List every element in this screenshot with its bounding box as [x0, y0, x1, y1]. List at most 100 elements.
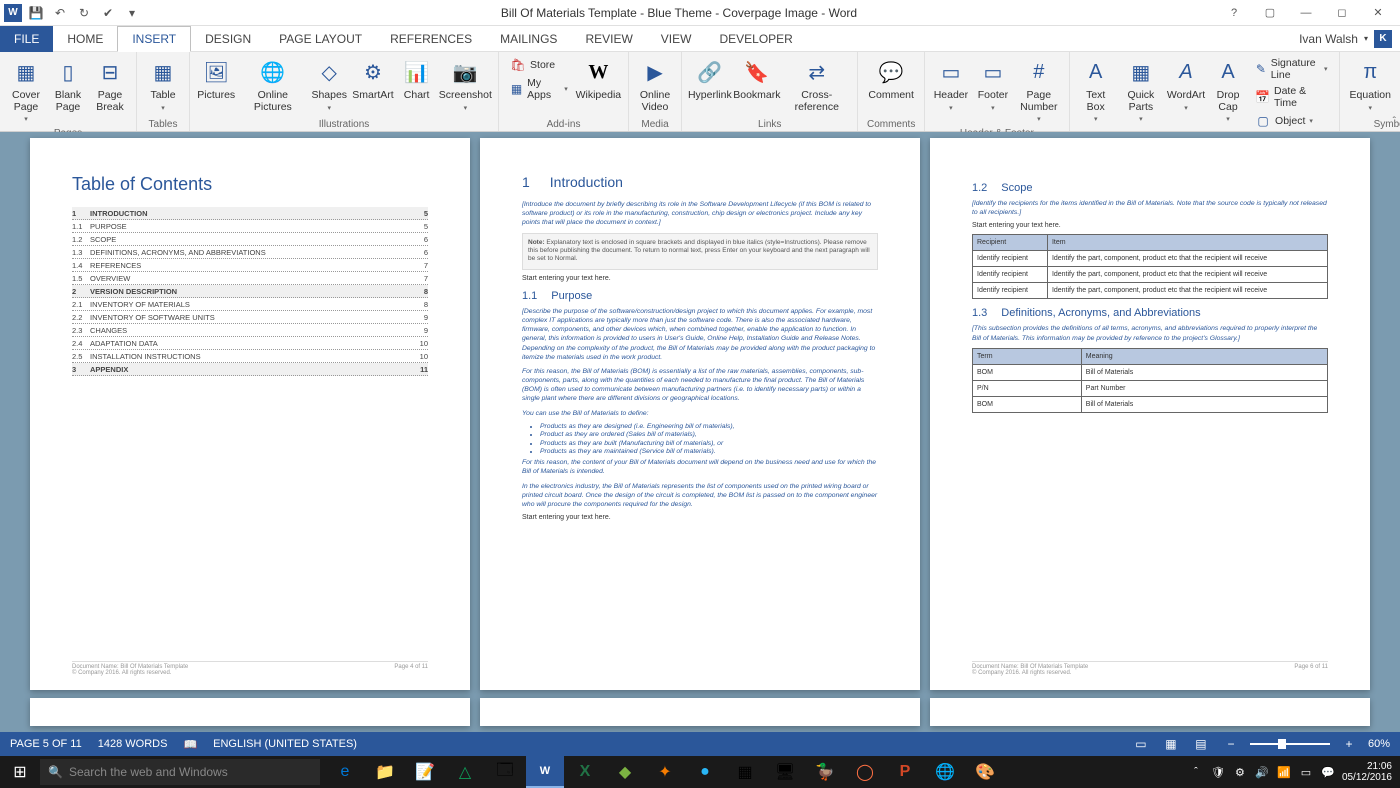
object-button[interactable]: ▢Object ▾	[1252, 112, 1330, 130]
tab-developer[interactable]: DEVELOPER	[705, 26, 806, 52]
online-pictures-button[interactable]: 🌐Online Pictures	[238, 54, 307, 115]
taskbar-app-icon[interactable]: ●	[686, 756, 724, 788]
proofing-icon[interactable]: 📖	[183, 738, 197, 751]
spellcheck-icon[interactable]: ✔	[98, 3, 118, 23]
redo-icon[interactable]: ↻	[74, 3, 94, 23]
tray-icon[interactable]: ▭	[1298, 764, 1314, 780]
group-tables: Tables	[149, 118, 178, 131]
taskbar-app-icon[interactable]: ✦	[646, 756, 684, 788]
taskbar-powerpoint-icon[interactable]: P	[886, 756, 924, 788]
zoom-level[interactable]: 60%	[1368, 738, 1390, 750]
tray-chevron-icon[interactable]: ˆ	[1188, 764, 1204, 780]
screenshot-button[interactable]: 📷Screenshot▾	[439, 54, 492, 115]
comment-button[interactable]: 💬Comment	[864, 54, 918, 104]
taskbar-app-icon[interactable]: 🎨	[966, 756, 1004, 788]
customize-qat-icon[interactable]: ▾	[122, 3, 142, 23]
document-area[interactable]: Table of Contents 1Introduction51.1Purpo…	[0, 132, 1400, 732]
web-layout-icon[interactable]: ▤	[1190, 735, 1212, 753]
tab-references[interactable]: REFERENCES	[376, 26, 486, 52]
date-time-button[interactable]: 📅Date & Time	[1252, 84, 1330, 110]
read-mode-icon[interactable]: ▭	[1130, 735, 1152, 753]
print-layout-icon[interactable]: ▦	[1160, 735, 1182, 753]
tab-view[interactable]: VIEW	[647, 26, 706, 52]
group-links: Links	[758, 118, 781, 131]
hyperlink-button[interactable]: 🔗Hyperlink	[688, 54, 732, 104]
taskbar-app-icon[interactable]: 🖥	[766, 756, 804, 788]
chart-button[interactable]: 📊Chart	[397, 54, 437, 104]
wordart-button[interactable]: AWordArt▾	[1166, 54, 1206, 115]
taskbar-word-icon[interactable]: W	[526, 756, 564, 788]
tray-notifications-icon[interactable]: 💬	[1320, 764, 1336, 780]
taskbar-app-icon[interactable]: 🗔	[486, 756, 524, 788]
group-symbols: Symbols	[1374, 118, 1400, 131]
taskbar-notepad-icon[interactable]: 📝	[406, 756, 444, 788]
cover-page-button[interactable]: ▦Cover Page▾	[6, 54, 46, 127]
close-button[interactable]: ✕	[1364, 3, 1392, 23]
text-box-button[interactable]: AText Box▾	[1076, 54, 1116, 127]
signature-line-button[interactable]: ✎Signature Line ▾	[1252, 56, 1330, 82]
wikipedia-button[interactable]: WWikipedia	[575, 54, 622, 104]
tab-insert[interactable]: INSERT	[117, 26, 191, 52]
equation-button[interactable]: πEquation▾	[1346, 54, 1395, 115]
maximize-button[interactable]: ◻	[1328, 3, 1356, 23]
save-icon[interactable]: 💾	[26, 3, 46, 23]
tab-review[interactable]: REVIEW	[571, 26, 646, 52]
table-button[interactable]: ▦Table▾	[143, 54, 183, 115]
page-status[interactable]: PAGE 5 OF 11	[10, 738, 82, 750]
word-count[interactable]: 1428 WORDS	[98, 738, 168, 750]
my-apps-button[interactable]: ▦My Apps ▾	[507, 76, 571, 102]
toc-row: 1.4References7	[72, 259, 428, 272]
tray-icon[interactable]: ⚙	[1232, 764, 1248, 780]
group-comments: Comments	[867, 118, 915, 131]
header-button[interactable]: ▭Header▾	[931, 54, 971, 115]
user-avatar[interactable]: K	[1374, 30, 1392, 48]
zoom-slider[interactable]	[1250, 743, 1330, 745]
help-icon[interactable]: ?	[1220, 3, 1248, 23]
blank-page-button[interactable]: ▯Blank Page	[48, 54, 88, 115]
group-illustrations: Illustrations	[319, 118, 370, 131]
undo-icon[interactable]: ↶	[50, 3, 70, 23]
quick-parts-button[interactable]: ▦Quick Parts▾	[1118, 54, 1164, 127]
taskbar-chrome-icon[interactable]: 🌐	[926, 756, 964, 788]
smartart-button[interactable]: ⚙SmartArt	[351, 54, 394, 104]
ribbon-options-icon[interactable]: ▢	[1256, 3, 1284, 23]
taskbar-excel-icon[interactable]: X	[566, 756, 604, 788]
tab-home[interactable]: HOME	[53, 26, 117, 52]
language-status[interactable]: ENGLISH (UNITED STATES)	[213, 738, 357, 750]
cross-reference-button[interactable]: ⇄Cross-reference	[782, 54, 851, 115]
taskbar-app-icon[interactable]: ◯	[846, 756, 884, 788]
taskbar-explorer-icon[interactable]: 📁	[366, 756, 404, 788]
page-stub	[480, 698, 920, 726]
taskbar-app-icon[interactable]: 🦆	[806, 756, 844, 788]
taskbar-drive-icon[interactable]: △	[446, 756, 484, 788]
store-button[interactable]: 🛍Store	[507, 56, 571, 74]
tray-network-icon[interactable]: 📶	[1276, 764, 1292, 780]
title-bar: W 💾 ↶ ↻ ✔ ▾ Bill Of Materials Template -…	[0, 0, 1400, 26]
zoom-in-button[interactable]: +	[1338, 735, 1360, 753]
tab-mailings[interactable]: MAILINGS	[486, 26, 571, 52]
drop-cap-button[interactable]: ADrop Cap▾	[1208, 54, 1248, 127]
shapes-button[interactable]: ◇Shapes▾	[309, 54, 349, 115]
page-break-button[interactable]: ⊟Page Break	[90, 54, 130, 115]
search-box[interactable]: 🔍Search the web and Windows	[40, 759, 320, 785]
collapse-ribbon-icon[interactable]: ˆ	[1393, 116, 1396, 127]
tab-file[interactable]: FILE	[0, 26, 53, 52]
clock[interactable]: 21:0605/12/2016	[1342, 761, 1392, 783]
taskbar-app-icon[interactable]: ▦	[726, 756, 764, 788]
zoom-out-button[interactable]: −	[1220, 735, 1242, 753]
user-name[interactable]: Ivan Walsh	[1299, 32, 1358, 46]
bookmark-button[interactable]: 🔖Bookmark	[734, 54, 780, 104]
taskbar-app-icon[interactable]: ◆	[606, 756, 644, 788]
word-icon: W	[4, 4, 22, 22]
page-number-button[interactable]: #Page Number▾	[1015, 54, 1063, 127]
start-button[interactable]: ⊞	[0, 756, 40, 788]
tray-volume-icon[interactable]: 🔊	[1254, 764, 1270, 780]
footer-button[interactable]: ▭Footer▾	[973, 54, 1013, 115]
tab-design[interactable]: DESIGN	[191, 26, 265, 52]
minimize-button[interactable]: —	[1292, 3, 1320, 23]
pictures-button[interactable]: 🖼Pictures	[196, 54, 236, 104]
tray-icon[interactable]: 🛡	[1210, 764, 1226, 780]
tab-page-layout[interactable]: PAGE LAYOUT	[265, 26, 376, 52]
taskbar-edge-icon[interactable]: e	[326, 756, 364, 788]
online-video-button[interactable]: ▶Online Video	[635, 54, 675, 115]
